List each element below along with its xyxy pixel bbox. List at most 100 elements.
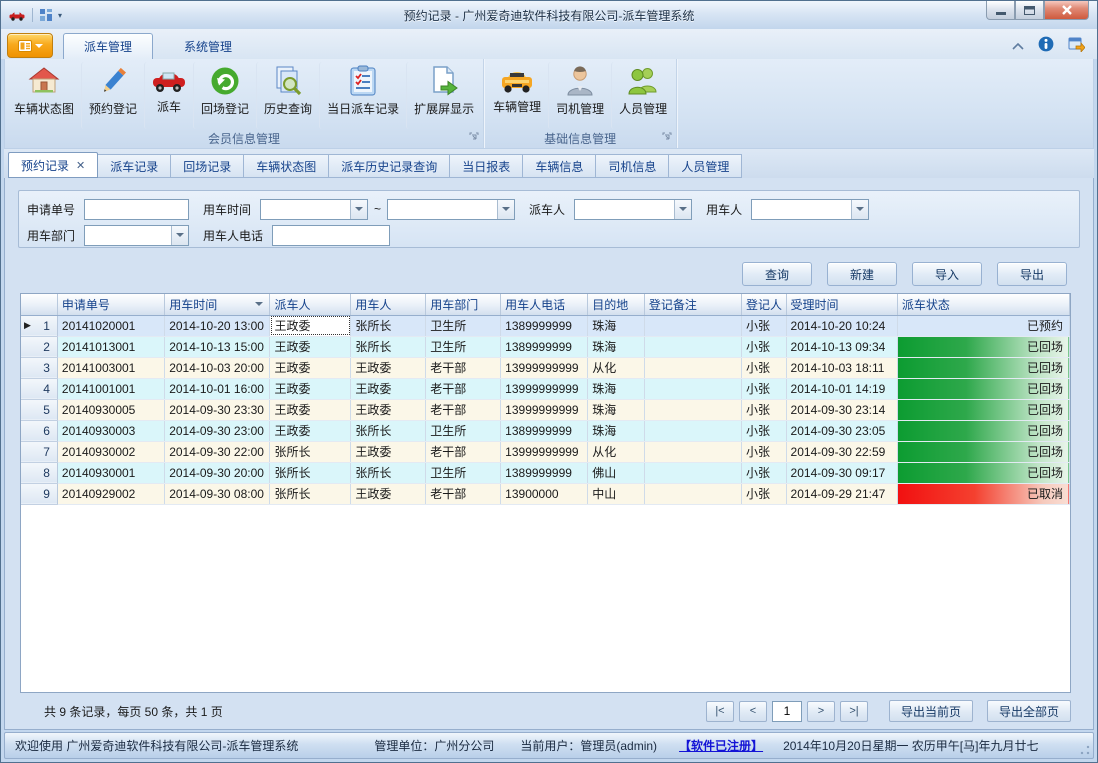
table-cell[interactable]: 王政委 [270, 420, 351, 441]
table-cell[interactable]: 小张 [742, 399, 787, 420]
query-button[interactable]: 查询 [742, 262, 812, 286]
table-cell[interactable]: 1389999999 [501, 420, 588, 441]
table-cell[interactable]: 小张 [742, 357, 787, 378]
table-cell[interactable] [644, 336, 741, 357]
table-cell[interactable]: 2014-09-30 23:14 [786, 399, 897, 420]
close-button[interactable] [1044, 1, 1089, 20]
export-button[interactable]: 导出 [997, 262, 1067, 286]
table-cell[interactable]: 张所长 [351, 336, 426, 357]
table-cell[interactable]: 张所长 [270, 483, 351, 504]
table-row[interactable]: 9201409290022014-09-30 08:00张所长王政委老干部139… [21, 483, 1070, 504]
table-cell[interactable]: 小张 [742, 336, 787, 357]
table-cell[interactable] [644, 420, 741, 441]
phone-input[interactable] [272, 225, 390, 246]
table-cell[interactable]: 2014-10-01 16:00 [165, 378, 270, 399]
table-cell[interactable]: 20141013001 [57, 336, 164, 357]
table-cell[interactable]: 2014-10-20 13:00 [165, 315, 270, 336]
table-cell[interactable]: 珠海 [588, 336, 645, 357]
table-cell[interactable]: 卫生所 [426, 462, 501, 483]
table-cell[interactable]: 张所长 [351, 420, 426, 441]
table-cell[interactable]: 2014-09-30 23:30 [165, 399, 270, 420]
column-header[interactable]: 登记备注 [644, 294, 741, 315]
history-query-button[interactable]: 历史查询 [256, 62, 319, 129]
reservation-register-button[interactable]: 预约登记 [81, 62, 144, 129]
table-cell[interactable]: 小张 [742, 315, 787, 336]
maximize-button[interactable] [1015, 1, 1044, 20]
dispatch-status-cell[interactable]: 已预约 [897, 315, 1069, 336]
column-header[interactable]: 派车人 [270, 294, 351, 315]
table-cell[interactable]: 老干部 [426, 399, 501, 420]
table-cell[interactable]: 2014-10-01 14:19 [786, 378, 897, 399]
use-time-from-combo[interactable] [260, 199, 368, 220]
chevron-down-icon[interactable] [674, 200, 691, 219]
table-cell[interactable] [644, 378, 741, 399]
registered-link[interactable]: 【软件已注册】 [679, 737, 763, 754]
table-row[interactable]: 5201409300052014-09-30 23:30王政委王政委老干部139… [21, 399, 1070, 420]
column-header[interactable]: 用车部门 [426, 294, 501, 315]
table-cell[interactable]: 13999999999 [501, 441, 588, 462]
ribbon-tab-system-management[interactable]: 系统管理 [163, 33, 253, 59]
last-page-button[interactable]: >| [840, 701, 868, 722]
app-menu-button[interactable] [7, 33, 53, 58]
column-filter-icon[interactable] [255, 302, 263, 306]
table-cell[interactable]: 13999999999 [501, 399, 588, 420]
table-cell[interactable]: 王政委 [270, 357, 351, 378]
table-cell[interactable]: 卫生所 [426, 420, 501, 441]
ribbon-tab-dispatch-management[interactable]: 派车管理 [63, 33, 153, 59]
table-cell[interactable]: 20141020001 [57, 315, 164, 336]
table-cell[interactable]: 张所长 [270, 441, 351, 462]
dispatch-status-cell[interactable]: 已回场 [897, 462, 1069, 483]
table-cell[interactable]: 2014-10-13 09:34 [786, 336, 897, 357]
quick-access-dropdown-icon[interactable]: ▾ [58, 11, 62, 20]
table-cell[interactable]: 小张 [742, 378, 787, 399]
export-all-pages-button[interactable]: 导出全部页 [987, 700, 1071, 722]
table-cell[interactable]: 2014-09-30 22:00 [165, 441, 270, 462]
table-cell[interactable]: 2014-10-03 20:00 [165, 357, 270, 378]
table-cell[interactable]: 王政委 [270, 399, 351, 420]
table-cell[interactable]: 20141001001 [57, 378, 164, 399]
table-cell[interactable]: 张所长 [270, 462, 351, 483]
minimize-button[interactable] [986, 1, 1015, 20]
table-row[interactable]: 2201410130012014-10-13 15:00王政委张所长卫生所138… [21, 336, 1070, 357]
column-header[interactable]: 用车人 [351, 294, 426, 315]
doc-tab-6[interactable]: 车辆信息 [522, 154, 596, 178]
table-cell[interactable]: 1389999999 [501, 462, 588, 483]
table-cell[interactable]: 13999999999 [501, 378, 588, 399]
driver-manage-button[interactable]: 司机管理 [548, 62, 611, 129]
table-row[interactable]: 3201410030012014-10-03 20:00王政委王政委老干部139… [21, 357, 1070, 378]
table-cell[interactable]: 13900000 [501, 483, 588, 504]
table-cell[interactable]: 2014-09-30 09:17 [786, 462, 897, 483]
switch-window-icon[interactable] [1068, 37, 1085, 55]
table-cell[interactable]: 小张 [742, 420, 787, 441]
table-cell[interactable]: 2014-09-30 23:05 [786, 420, 897, 441]
table-cell[interactable]: 2014-09-29 21:47 [786, 483, 897, 504]
table-cell[interactable]: 2014-09-30 22:59 [786, 441, 897, 462]
doc-tab-4[interactable]: 派车历史记录查询 [328, 154, 450, 178]
row-selector-cell[interactable]: 2 [21, 336, 57, 357]
table-cell[interactable]: 王政委 [351, 399, 426, 420]
doc-tab-1[interactable]: 派车记录 [97, 154, 171, 178]
doc-tab-8[interactable]: 人员管理 [668, 154, 742, 178]
use-time-to-combo[interactable] [387, 199, 515, 220]
doc-tab-5[interactable]: 当日报表 [449, 154, 523, 178]
table-cell[interactable]: 珠海 [588, 420, 645, 441]
table-cell[interactable] [644, 399, 741, 420]
table-cell[interactable]: 老干部 [426, 483, 501, 504]
table-cell[interactable]: 张所长 [351, 315, 426, 336]
table-cell[interactable]: 小张 [742, 441, 787, 462]
table-cell[interactable]: 20140929002 [57, 483, 164, 504]
table-cell[interactable]: 佛山 [588, 462, 645, 483]
table-cell[interactable] [644, 315, 741, 336]
table-cell[interactable]: 20140930002 [57, 441, 164, 462]
row-selector-cell[interactable]: 4 [21, 378, 57, 399]
today-dispatch-records-button[interactable]: 当日派车记录 [319, 62, 406, 129]
tab-close-icon[interactable]: ✕ [76, 159, 85, 172]
dispatch-status-cell[interactable]: 已取消 [897, 483, 1069, 504]
dispatch-status-cell[interactable]: 已回场 [897, 336, 1069, 357]
table-row[interactable]: 6201409300032014-09-30 23:00王政委张所长卫生所138… [21, 420, 1070, 441]
table-cell[interactable]: 老干部 [426, 378, 501, 399]
table-cell[interactable]: 珠海 [588, 315, 645, 336]
page-number-input[interactable] [772, 701, 802, 722]
next-page-button[interactable]: > [807, 701, 835, 722]
column-header[interactable]: 受理时间 [786, 294, 897, 315]
